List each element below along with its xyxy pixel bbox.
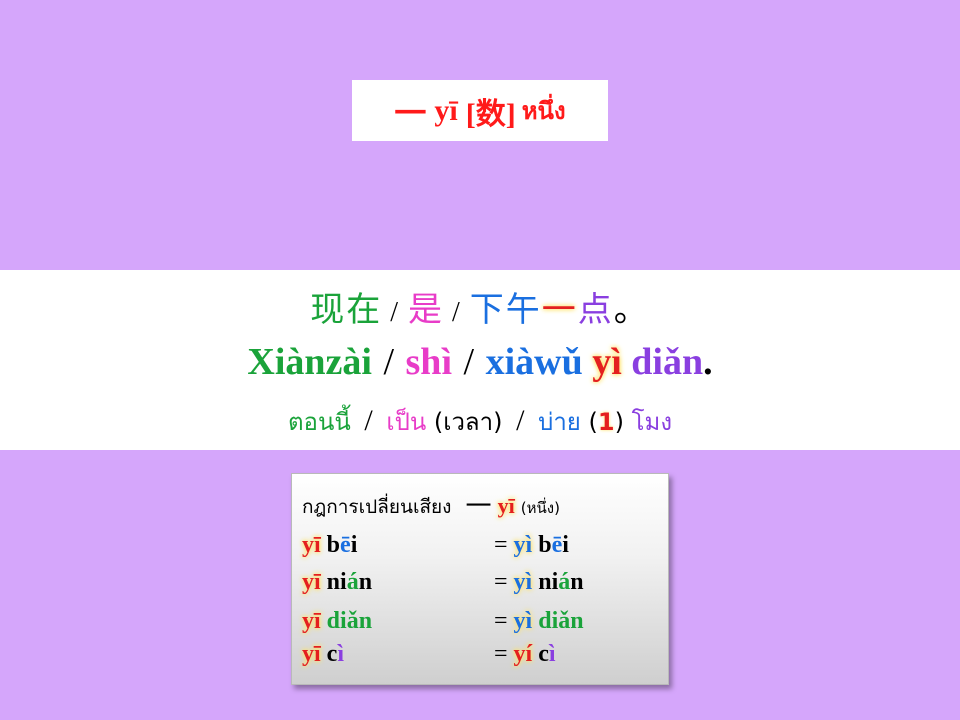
rule-pinyin: yī (497, 493, 515, 518)
pinyin-separator: / (463, 341, 475, 383)
rule-row-left: yī diǎn (302, 608, 372, 635)
rule-row-right: = yì nián (494, 569, 584, 596)
pinyin-part-afternoon: xiàwǔ (485, 341, 583, 383)
tone-change-rule-box: กฎการเปลี่ยนเสียง 一 yī (หนึ่ง) yī bēi = … (291, 473, 669, 685)
pinyin-separator: / (383, 341, 395, 383)
hanzi-part-is: 是 (408, 290, 444, 330)
rule-row-right: = yì bēi (494, 532, 569, 559)
rule-left-vowel: á (346, 569, 359, 595)
thai-part-now: ตอนนี้ (287, 408, 351, 436)
rule-left-word: nián (326, 569, 373, 595)
rule-left-word: bēi (326, 532, 358, 558)
rule-right-yi: yì (513, 569, 533, 595)
hanzi-part-one: 一 (541, 290, 578, 330)
rule-meaning: (หนึ่ง) (520, 499, 560, 517)
pinyin-part-oclock: diǎn (631, 341, 704, 383)
rule-left-vowel: ē (340, 532, 351, 558)
title-category: [数] (465, 97, 516, 131)
pinyin-part-one: yì (592, 341, 622, 383)
pinyin-part-is: shì (405, 341, 452, 383)
thai-part-is: เป็น (386, 408, 427, 436)
thai-separator: / (364, 404, 373, 437)
rule-right-word: cì (538, 641, 556, 667)
rule-row: yī bēi = yì bēi (302, 532, 662, 560)
rule-right-yi: yí (513, 641, 533, 667)
thai-part-time: (เวลา) (433, 408, 503, 436)
rule-right-yi: yì (513, 608, 533, 634)
rule-hanzi: 一 (465, 492, 492, 522)
title-card: 一 yī [数] หนึ่ง (352, 80, 608, 141)
sentence-pinyin-line: Xiànzài / shì / xiàwǔ yì diǎn. (0, 340, 960, 384)
title-hanzi: 一 (394, 94, 427, 131)
rule-row: yī diǎn = yì diǎn (302, 608, 662, 636)
title-thai: หนึ่ง (521, 97, 566, 125)
thai-part-oclock: โมง (631, 408, 673, 436)
rule-row-left: yī bēi (302, 532, 357, 559)
thai-separator: / (516, 404, 525, 437)
rule-left-yi: yī (302, 532, 321, 558)
rule-left-word: cì (326, 641, 344, 667)
pinyin-period: . (703, 341, 713, 383)
rule-row-right: = yí cì (494, 641, 556, 668)
rule-row-left: yī cì (302, 641, 344, 668)
rule-right-word: diǎn (538, 608, 584, 634)
hanzi-part-now: 现在 (310, 290, 383, 330)
rule-right-vowel: ē (551, 532, 563, 558)
rule-equals: = (494, 608, 508, 634)
thai-part-afternoon: บ่าย (538, 408, 581, 436)
example-sentence-band: 现在 / 是 / 下午一点。 Xiànzài / shì / xiàwǔ yì diǎn… (0, 270, 960, 450)
rule-row: yī nián = yì nián (302, 569, 662, 597)
rule-heading-text: กฎการเปลี่ยนเสียง (302, 496, 452, 518)
hanzi-part-afternoon: 下午 (469, 290, 542, 330)
rule-right-vowel: ì (548, 641, 556, 667)
sentence-hanzi-line: 现在 / 是 / 下午一点。 (0, 282, 960, 331)
rule-right-yi: yì (513, 532, 533, 558)
thai-number-one: 1 (597, 408, 615, 436)
rule-right-word: nián (538, 569, 584, 595)
rule-left-yi: yī (302, 641, 321, 667)
rule-row: yī cì = yí cì (302, 641, 662, 669)
hanzi-part-oclock: 点 (577, 290, 614, 330)
thai-paren-close: ) (614, 408, 624, 436)
hanzi-separator: / (390, 297, 400, 328)
rule-left-word: diǎn (326, 608, 373, 634)
title-pinyin: yī (434, 93, 458, 127)
rule-right-vowel: á (558, 569, 571, 595)
rule-left-vowel: ì (337, 641, 344, 667)
rule-left-yi: yī (302, 569, 321, 595)
rule-equals: = (494, 569, 508, 595)
thai-paren-open: ( (588, 408, 598, 436)
rule-right-word: bēi (538, 532, 569, 558)
rule-heading: กฎการเปลี่ยนเสียง 一 yī (หนึ่ง) (302, 486, 560, 523)
hanzi-period: 。 (613, 290, 650, 330)
rule-equals: = (494, 641, 508, 667)
rule-equals: = (494, 532, 508, 558)
rule-row-left: yī nián (302, 569, 372, 596)
rule-row-right: = yì diǎn (494, 608, 584, 635)
sentence-thai-line: ตอนนี้ / เป็น (เวลา) / บ่าย (1) โมง (0, 402, 960, 441)
rule-left-yi: yī (302, 608, 321, 634)
pinyin-part-now: Xiànzài (247, 341, 372, 383)
hanzi-separator: / (452, 297, 462, 328)
